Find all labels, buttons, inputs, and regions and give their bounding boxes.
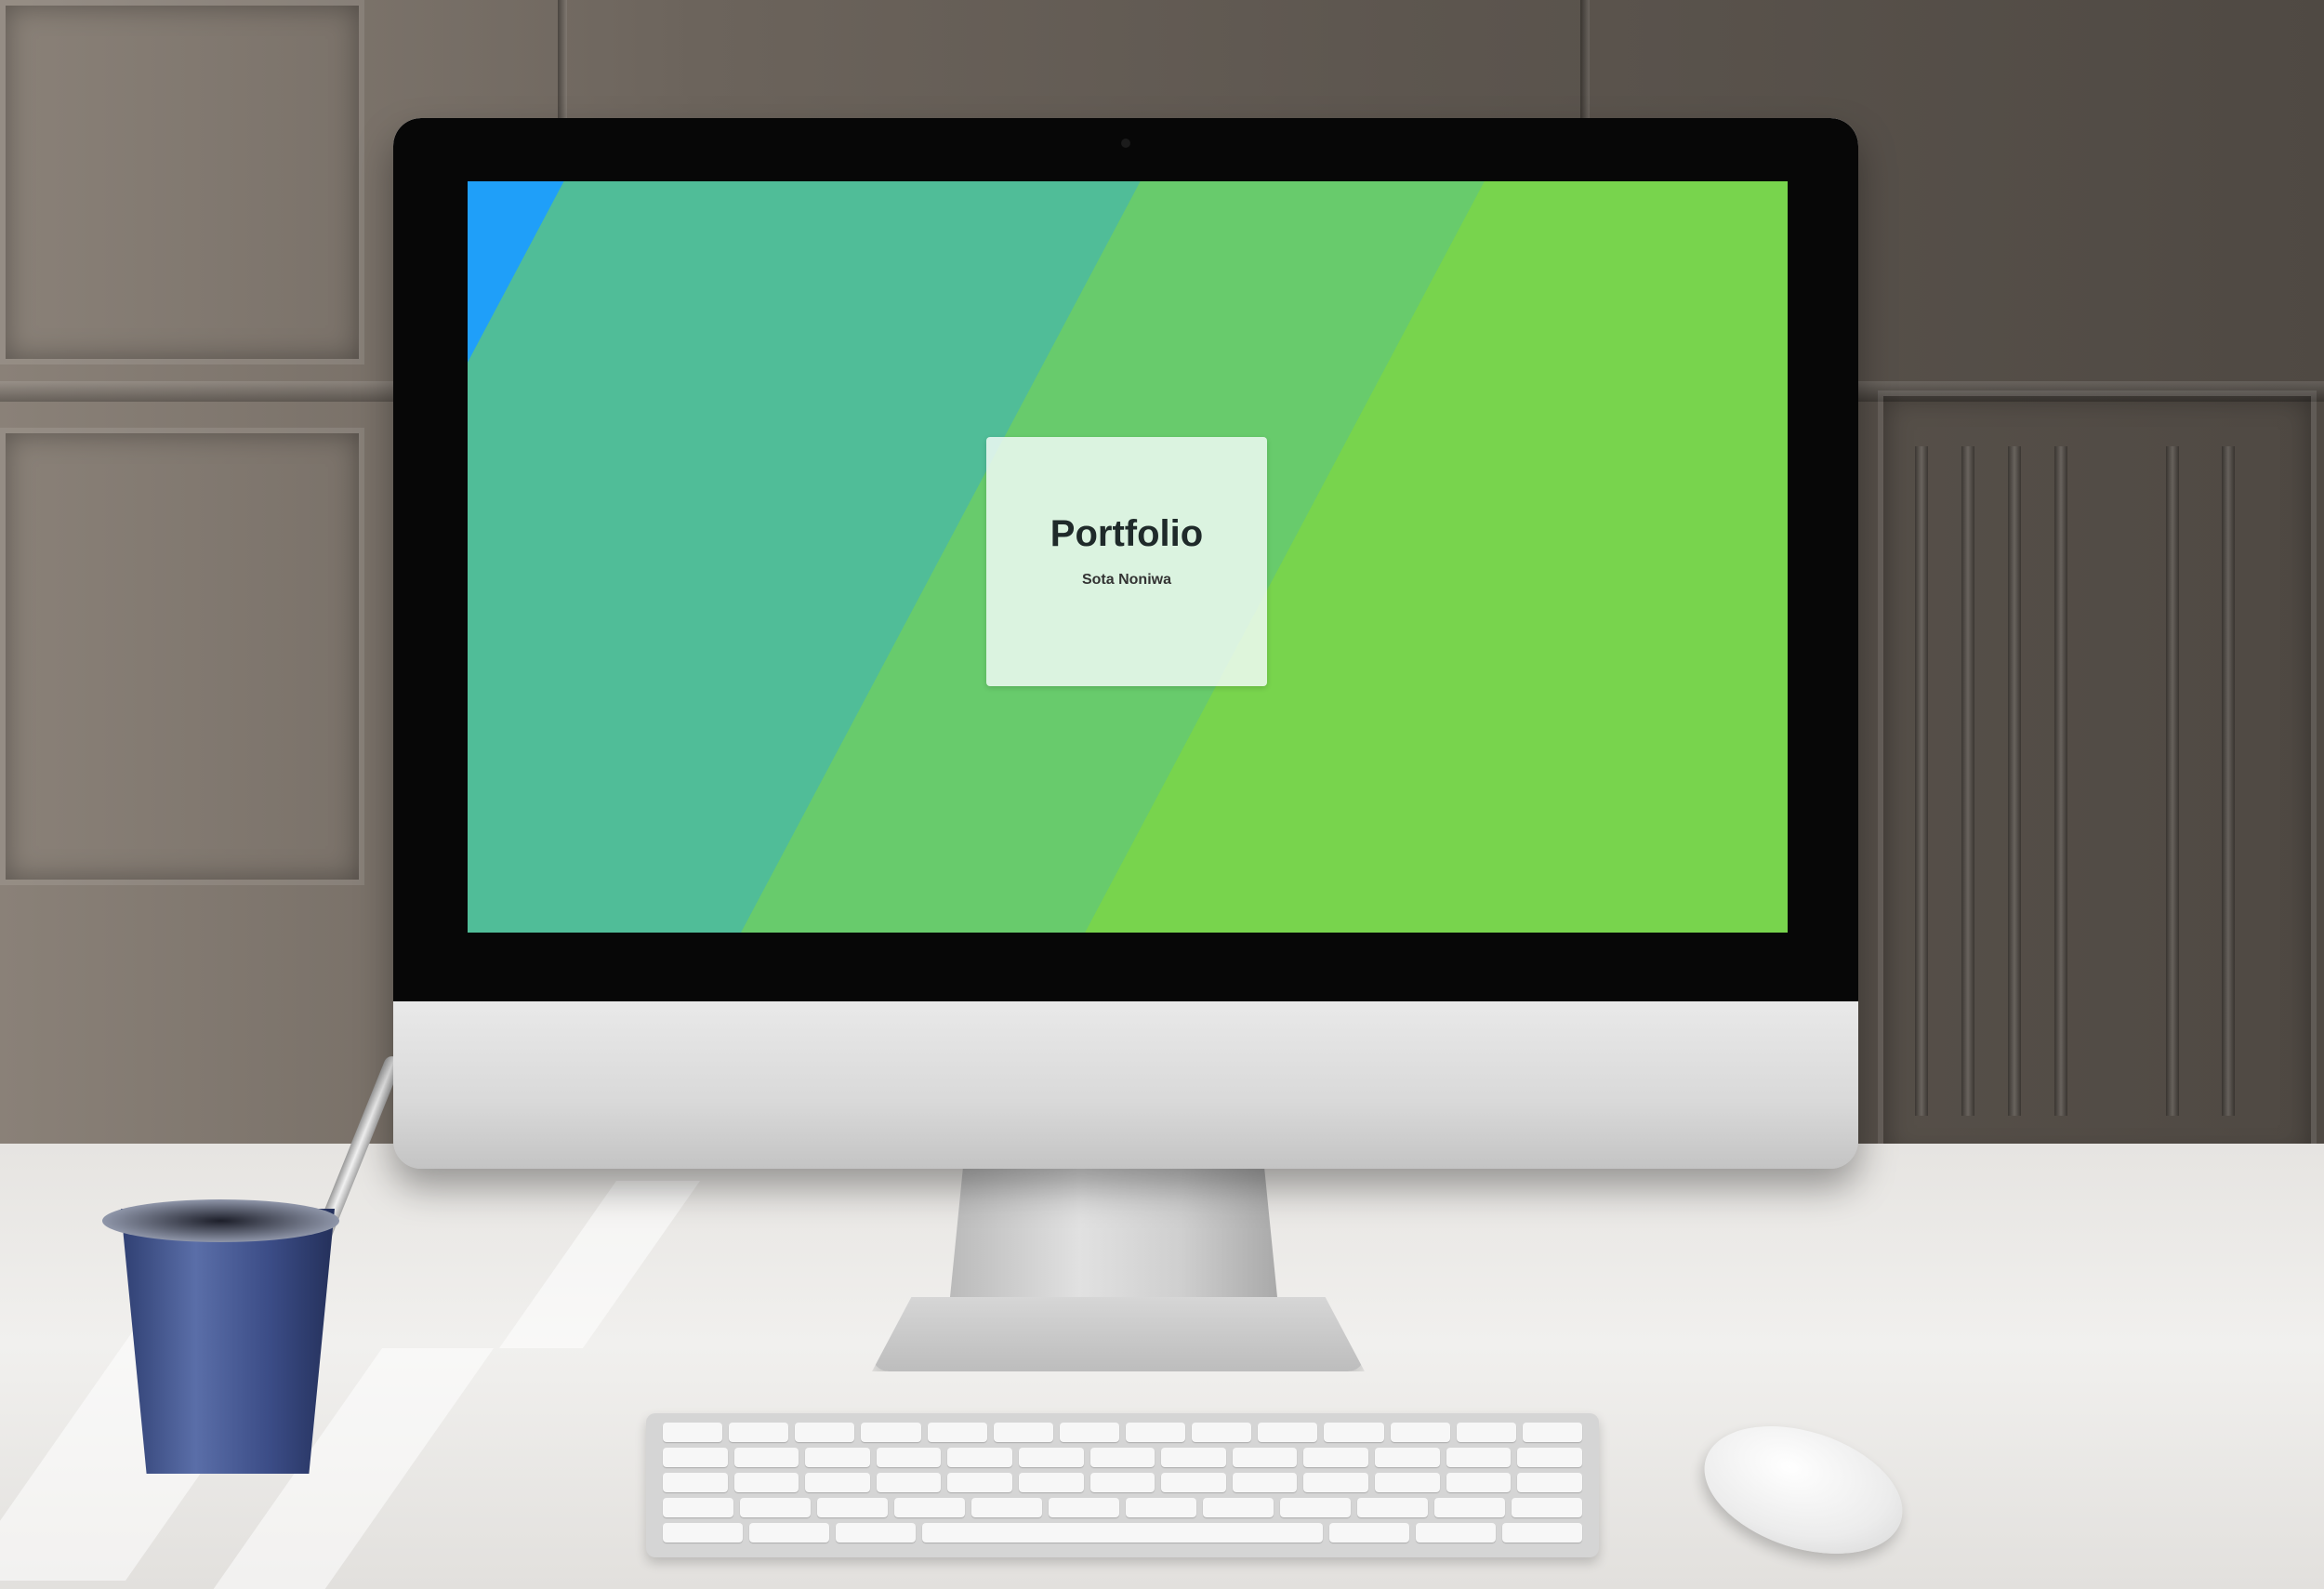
key: [861, 1423, 921, 1442]
key: [1434, 1498, 1505, 1517]
monitor-chin: [393, 1001, 1858, 1169]
key: [740, 1498, 811, 1517]
key: [947, 1473, 1013, 1492]
key: [805, 1448, 870, 1467]
key: [876, 1473, 942, 1492]
key: [729, 1423, 789, 1442]
wall-panel-left-top: [0, 0, 364, 364]
key: [1232, 1448, 1298, 1467]
keyboard-row: [663, 1523, 1583, 1543]
cup: [121, 1209, 335, 1474]
key: [1303, 1448, 1369, 1467]
pilaster-flute: [2166, 446, 2179, 1116]
key: [1161, 1448, 1226, 1467]
key: [663, 1523, 744, 1543]
pilaster-flute: [2222, 446, 2235, 1116]
key: [1522, 1423, 1582, 1442]
wall-panel-right: [1878, 391, 2317, 1164]
key: [1517, 1448, 1582, 1467]
key: [1390, 1423, 1450, 1442]
sunlight-stripe: [498, 1181, 701, 1348]
card-title: Portfolio: [1050, 513, 1204, 554]
cup-rim: [102, 1199, 339, 1242]
key: [1357, 1498, 1428, 1517]
key: [1089, 1448, 1155, 1467]
photo-scene: Portfolio Sota Noniwa: [0, 0, 2324, 1589]
key: [927, 1423, 987, 1442]
pilaster-flute: [1961, 446, 1974, 1116]
key: [1232, 1473, 1298, 1492]
wall-panel-left-bottom: [0, 428, 364, 885]
key: [1019, 1448, 1084, 1467]
key: [1456, 1423, 1516, 1442]
key: [733, 1473, 799, 1492]
key: [1126, 1498, 1196, 1517]
key: [663, 1498, 733, 1517]
keyboard-row: [663, 1498, 1582, 1517]
key: [1049, 1498, 1119, 1517]
camera-icon: [1121, 139, 1130, 148]
key: [971, 1498, 1042, 1517]
key: [1324, 1423, 1384, 1442]
key: [1203, 1498, 1274, 1517]
key: [1446, 1473, 1512, 1492]
key: [1019, 1473, 1084, 1492]
key: [1375, 1448, 1440, 1467]
key: [749, 1523, 830, 1543]
key: [817, 1498, 888, 1517]
key: [1415, 1523, 1496, 1543]
key: [1446, 1448, 1512, 1467]
monitor: Portfolio Sota Noniwa: [393, 118, 1858, 1169]
title-card: Portfolio Sota Noniwa: [986, 437, 1267, 686]
keyboard: [646, 1413, 1599, 1557]
key: [947, 1448, 1013, 1467]
key: [894, 1498, 965, 1517]
key: [795, 1423, 855, 1442]
key: [836, 1523, 917, 1543]
key: [1303, 1473, 1369, 1492]
card-subtitle: Sota Noniwa: [1081, 572, 1171, 588]
keyboard-row: [663, 1423, 1582, 1442]
key: [1375, 1473, 1440, 1492]
pilaster-flute: [2008, 446, 2021, 1116]
key: [1258, 1423, 1318, 1442]
pilaster-flute: [2054, 446, 2067, 1116]
key: [733, 1448, 799, 1467]
key: [1517, 1473, 1582, 1492]
monitor-screen: Portfolio Sota Noniwa: [468, 181, 1788, 933]
key: [663, 1448, 728, 1467]
key: [1512, 1498, 1582, 1517]
key: [1280, 1498, 1351, 1517]
key: [993, 1423, 1053, 1442]
key: [1192, 1423, 1252, 1442]
keyboard-row: [663, 1473, 1582, 1492]
monitor-stand-base: [872, 1297, 1365, 1371]
key: [663, 1473, 728, 1492]
key: [1059, 1423, 1119, 1442]
key: [922, 1523, 1323, 1543]
key: [1089, 1473, 1155, 1492]
monitor-bezel: Portfolio Sota Noniwa: [393, 118, 1858, 1001]
keyboard-row: [663, 1448, 1582, 1467]
key: [805, 1473, 870, 1492]
pilaster-flute: [1915, 446, 1928, 1116]
key: [663, 1423, 723, 1442]
key: [876, 1448, 942, 1467]
key: [1501, 1523, 1583, 1543]
key: [1328, 1523, 1409, 1543]
key: [1161, 1473, 1226, 1492]
key: [1125, 1423, 1186, 1442]
